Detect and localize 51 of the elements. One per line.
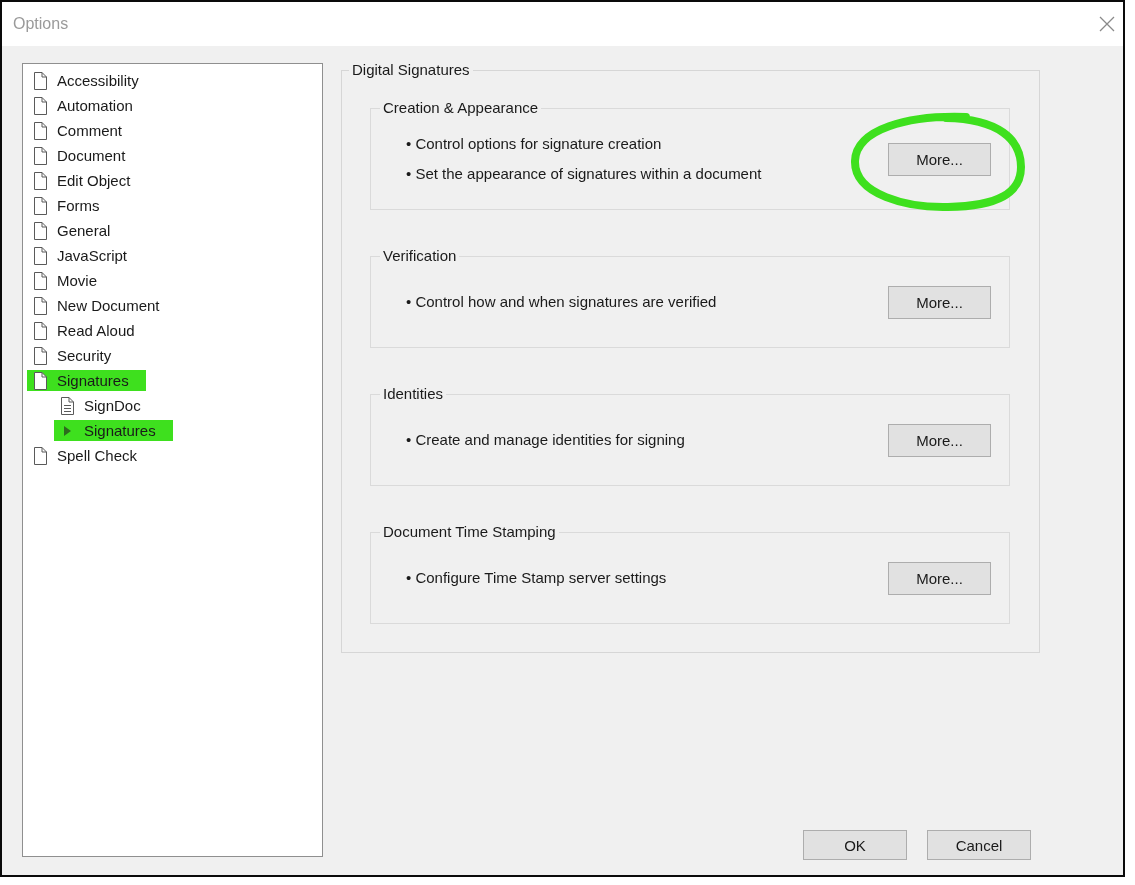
tree-item[interactable]: Document bbox=[27, 145, 143, 166]
more-button[interactable]: More... bbox=[888, 285, 991, 319]
tree-item[interactable]: Signatures bbox=[54, 420, 173, 441]
tree-item[interactable]: New Document bbox=[27, 295, 177, 316]
document-icon bbox=[60, 396, 74, 415]
panel-title: Digital Signatures bbox=[351, 61, 471, 79]
tree-item[interactable]: Spell Check bbox=[27, 445, 155, 466]
bullet-text: • Control how and when signatures are verified bbox=[406, 292, 717, 312]
tree-item[interactable]: Read Aloud bbox=[27, 320, 152, 341]
page-icon bbox=[33, 371, 47, 390]
bullet-text: • Create and manage identities for signing bbox=[406, 430, 685, 450]
group-title: Identities bbox=[382, 385, 445, 403]
tree-item[interactable]: Security bbox=[27, 345, 129, 366]
group-title: Document Time Stamping bbox=[382, 523, 557, 541]
tree-item[interactable]: Signatures bbox=[27, 370, 146, 391]
page-icon bbox=[33, 71, 47, 90]
page-icon bbox=[33, 121, 47, 140]
close-button[interactable] bbox=[1099, 16, 1115, 32]
bullet-text: • Configure Time Stamp server settings bbox=[406, 568, 667, 588]
more-button[interactable]: More... bbox=[888, 142, 991, 176]
window-title: Options bbox=[13, 15, 69, 33]
more-button[interactable]: More... bbox=[888, 423, 991, 457]
page-icon bbox=[33, 321, 47, 340]
bullet-text: • Set the appearance of signatures within a document bbox=[406, 164, 762, 184]
tree-item[interactable]: SignDoc bbox=[54, 395, 158, 416]
group-title: Verification bbox=[382, 247, 458, 265]
more-button[interactable]: More... bbox=[888, 561, 991, 595]
tree-item[interactable]: Comment bbox=[27, 120, 140, 141]
page-icon bbox=[33, 271, 47, 290]
tree-item[interactable]: Forms bbox=[27, 195, 117, 216]
page-icon bbox=[33, 196, 47, 215]
tree-item[interactable]: Accessibility bbox=[27, 70, 156, 91]
tree-item[interactable]: Automation bbox=[27, 95, 150, 116]
dialog-button[interactable]: Cancel bbox=[927, 830, 1031, 860]
page-icon bbox=[33, 246, 47, 265]
triangle-icon bbox=[63, 425, 71, 436]
page-icon bbox=[33, 171, 47, 190]
page-icon bbox=[33, 146, 47, 165]
page-icon bbox=[33, 96, 47, 115]
close-icon bbox=[1099, 16, 1115, 32]
tree-item[interactable]: General bbox=[27, 220, 128, 241]
dialog-button[interactable]: OK bbox=[803, 830, 907, 860]
page-icon bbox=[33, 446, 47, 465]
page-icon bbox=[33, 221, 47, 240]
page-icon bbox=[33, 346, 47, 365]
page-icon bbox=[33, 296, 47, 315]
group-title: Creation & Appearance bbox=[382, 99, 540, 117]
tree-item[interactable]: Edit Object bbox=[27, 170, 148, 191]
tree-item[interactable]: Movie bbox=[27, 270, 114, 291]
bullet-text: • Control options for signature creation bbox=[406, 134, 663, 154]
tree-item[interactable]: JavaScript bbox=[27, 245, 145, 266]
